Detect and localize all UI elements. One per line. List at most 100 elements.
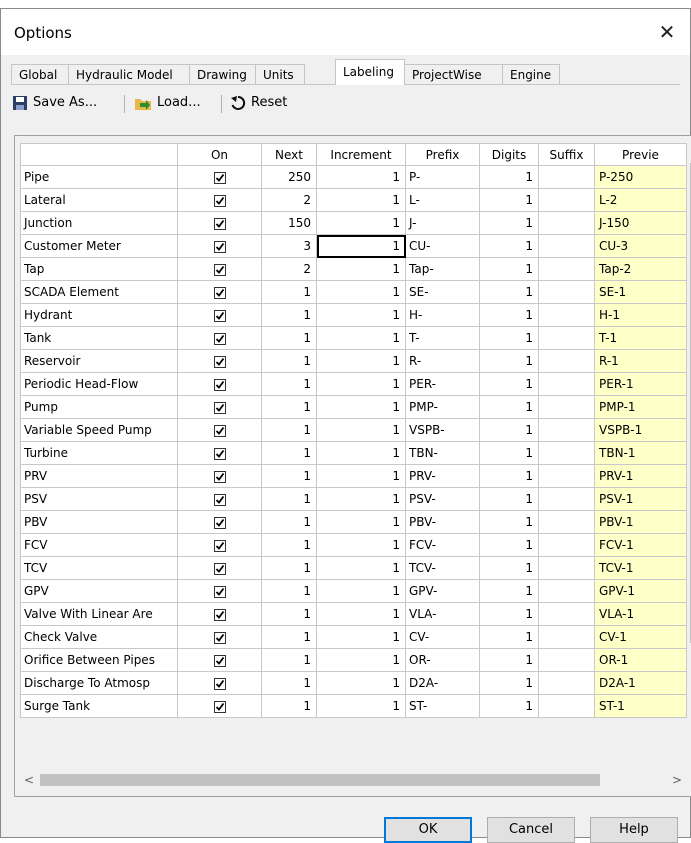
on-checkbox[interactable] xyxy=(213,470,226,483)
row-next-cell[interactable]: 1 xyxy=(261,602,317,626)
row-prefix-cell[interactable]: FCV- xyxy=(405,533,480,557)
row-prefix-cell[interactable]: TBN- xyxy=(405,441,480,465)
row-digits-cell[interactable]: 1 xyxy=(479,487,539,511)
row-next-cell[interactable]: 1 xyxy=(261,303,317,327)
row-on-cell[interactable] xyxy=(177,418,262,442)
row-prefix-cell[interactable]: PBV- xyxy=(405,510,480,534)
tab-hydraulic-model[interactable]: Hydraulic Model xyxy=(68,64,190,84)
table-row[interactable]: FCV 1 1 FCV- 1 FCV-1 xyxy=(20,533,687,557)
row-suffix-cell[interactable] xyxy=(538,372,595,396)
tab-labeling[interactable]: Labeling xyxy=(335,59,405,85)
row-suffix-cell[interactable] xyxy=(538,602,595,626)
row-increment-cell[interactable]: 1 xyxy=(316,464,406,488)
row-on-cell[interactable] xyxy=(177,188,262,212)
table-row[interactable]: Check Valve 1 1 CV- 1 CV-1 xyxy=(20,625,687,649)
row-next-cell[interactable]: 1 xyxy=(261,694,317,718)
table-row[interactable]: Reservoir 1 1 R- 1 R-1 xyxy=(20,349,687,373)
on-checkbox[interactable] xyxy=(213,493,226,506)
row-suffix-cell[interactable] xyxy=(538,418,595,442)
row-suffix-cell[interactable] xyxy=(538,648,595,672)
row-on-cell[interactable] xyxy=(177,257,262,281)
row-digits-cell[interactable]: 1 xyxy=(479,556,539,580)
row-next-cell[interactable]: 250 xyxy=(261,165,317,189)
row-digits-cell[interactable]: 1 xyxy=(479,648,539,672)
row-digits-cell[interactable]: 1 xyxy=(479,326,539,350)
on-checkbox[interactable] xyxy=(213,585,226,598)
row-prefix-cell[interactable]: ST- xyxy=(405,694,480,718)
row-prefix-cell[interactable]: T- xyxy=(405,326,480,350)
row-suffix-cell[interactable] xyxy=(538,188,595,212)
row-on-cell[interactable] xyxy=(177,303,262,327)
on-checkbox[interactable] xyxy=(213,654,226,667)
on-checkbox[interactable] xyxy=(213,700,226,713)
on-checkbox[interactable] xyxy=(213,171,226,184)
tab-drawing[interactable]: Drawing xyxy=(189,64,256,84)
row-digits-cell[interactable]: 1 xyxy=(479,280,539,304)
cancel-button[interactable]: Cancel xyxy=(487,817,575,843)
row-suffix-cell[interactable] xyxy=(538,349,595,373)
on-checkbox[interactable] xyxy=(213,194,226,207)
on-checkbox[interactable] xyxy=(213,608,226,621)
row-increment-cell[interactable]: 1 xyxy=(316,694,406,718)
column-header-element[interactable] xyxy=(20,143,178,166)
row-suffix-cell[interactable] xyxy=(538,487,595,511)
row-increment-cell[interactable]: 1 xyxy=(316,671,406,695)
row-on-cell[interactable] xyxy=(177,441,262,465)
tab-units[interactable]: Units xyxy=(255,64,305,84)
row-increment-cell[interactable]: 1 xyxy=(316,165,406,189)
row-increment-cell[interactable]: 1 xyxy=(316,648,406,672)
row-increment-cell[interactable]: 1 xyxy=(316,234,406,258)
on-checkbox[interactable] xyxy=(213,355,226,368)
row-next-cell[interactable]: 1 xyxy=(261,418,317,442)
row-increment-cell[interactable]: 1 xyxy=(316,257,406,281)
row-digits-cell[interactable]: 1 xyxy=(479,602,539,626)
row-digits-cell[interactable]: 1 xyxy=(479,188,539,212)
row-on-cell[interactable] xyxy=(177,211,262,235)
column-header-digits[interactable]: Digits xyxy=(479,143,539,166)
row-next-cell[interactable]: 1 xyxy=(261,579,317,603)
row-on-cell[interactable] xyxy=(177,487,262,511)
horizontal-scrollbar[interactable]: < > xyxy=(20,771,686,789)
row-next-cell[interactable]: 1 xyxy=(261,487,317,511)
on-checkbox[interactable] xyxy=(213,447,226,460)
on-checkbox[interactable] xyxy=(213,516,226,529)
table-row[interactable]: Orifice Between Pipes 1 1 OR- 1 OR-1 xyxy=(20,648,687,672)
on-checkbox[interactable] xyxy=(213,562,226,575)
row-prefix-cell[interactable]: PRV- xyxy=(405,464,480,488)
row-increment-cell[interactable]: 1 xyxy=(316,602,406,626)
row-next-cell[interactable]: 1 xyxy=(261,648,317,672)
row-on-cell[interactable] xyxy=(177,648,262,672)
row-next-cell[interactable]: 3 xyxy=(261,234,317,258)
row-suffix-cell[interactable] xyxy=(538,510,595,534)
row-digits-cell[interactable]: 1 xyxy=(479,234,539,258)
row-on-cell[interactable] xyxy=(177,602,262,626)
row-suffix-cell[interactable] xyxy=(538,303,595,327)
row-increment-cell[interactable]: 1 xyxy=(316,349,406,373)
row-suffix-cell[interactable] xyxy=(538,280,595,304)
row-prefix-cell[interactable]: R- xyxy=(405,349,480,373)
table-row[interactable]: PRV 1 1 PRV- 1 PRV-1 xyxy=(20,464,687,488)
row-suffix-cell[interactable] xyxy=(538,234,595,258)
row-on-cell[interactable] xyxy=(177,280,262,304)
row-digits-cell[interactable]: 1 xyxy=(479,579,539,603)
row-next-cell[interactable]: 1 xyxy=(261,349,317,373)
row-increment-cell[interactable]: 1 xyxy=(316,326,406,350)
row-prefix-cell[interactable]: H- xyxy=(405,303,480,327)
row-next-cell[interactable]: 150 xyxy=(261,211,317,235)
row-digits-cell[interactable]: 1 xyxy=(479,303,539,327)
table-row[interactable]: Pipe 250 1 P- 1 P-250 xyxy=(20,165,687,189)
row-suffix-cell[interactable] xyxy=(538,671,595,695)
row-on-cell[interactable] xyxy=(177,556,262,580)
row-suffix-cell[interactable] xyxy=(538,464,595,488)
table-row[interactable]: Lateral 2 1 L- 1 L-2 xyxy=(20,188,687,212)
row-next-cell[interactable]: 2 xyxy=(261,257,317,281)
table-row[interactable]: GPV 1 1 GPV- 1 GPV-1 xyxy=(20,579,687,603)
row-increment-cell[interactable]: 1 xyxy=(316,188,406,212)
row-next-cell[interactable]: 1 xyxy=(261,625,317,649)
row-on-cell[interactable] xyxy=(177,372,262,396)
row-suffix-cell[interactable] xyxy=(538,556,595,580)
row-increment-cell[interactable]: 1 xyxy=(316,579,406,603)
row-prefix-cell[interactable]: VSPB- xyxy=(405,418,480,442)
row-prefix-cell[interactable]: J- xyxy=(405,211,480,235)
row-increment-cell[interactable]: 1 xyxy=(316,533,406,557)
